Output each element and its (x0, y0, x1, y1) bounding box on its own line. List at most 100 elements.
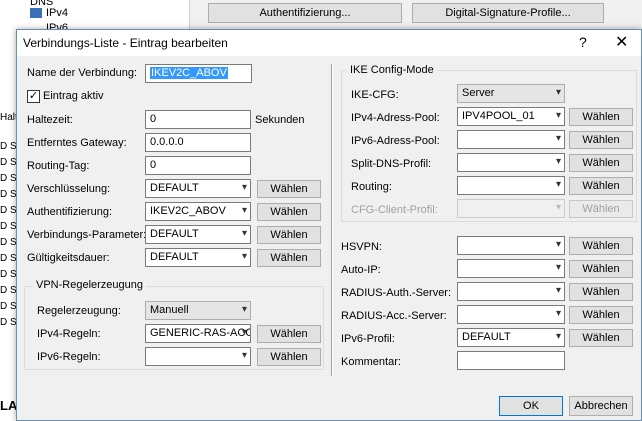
radius-acc-dropdown[interactable]: ▾ (457, 305, 565, 324)
radius-auth-dropdown[interactable]: ▾ (457, 282, 565, 301)
cancel-button[interactable]: Abbrechen (569, 396, 633, 416)
chevron-down-icon: ▾ (241, 327, 247, 338)
edit-entry-dialog: Verbindungs-Liste - Eintrag bearbeiten ?… (16, 29, 642, 421)
authentication-value: IKEV2C_ABOV (150, 205, 226, 217)
radius-auth-choose-button[interactable]: Wählen (569, 283, 633, 301)
ipv6-rules-dropdown[interactable]: ▾ (145, 347, 251, 366)
authentication-button[interactable]: Authentifizierung... (208, 3, 402, 23)
split-dns-dropdown[interactable]: ▾ (457, 153, 565, 172)
hold-time-unit: Sekunden (255, 114, 305, 126)
ike-cfg-value: Server (462, 87, 495, 99)
side-bottom-label: LA (0, 398, 16, 413)
comment-label: Kommentar: (341, 356, 401, 368)
split-dns-choose-button[interactable]: Wählen (569, 154, 633, 172)
hold-time-label: Haltezeit: (27, 114, 73, 126)
chevron-down-icon: ▾ (555, 285, 561, 296)
chevron-down-icon: ▾ (241, 350, 247, 361)
hsvpn-dropdown[interactable]: ▾ (457, 236, 565, 255)
tree-item-ipv6[interactable]: IPv6 (46, 22, 106, 29)
chevron-down-icon: ▾ (555, 331, 561, 342)
ipv6-profile-dropdown[interactable]: DEFAULT ▾ (457, 328, 565, 347)
ipv4-pool-value: IPV4POOL_01 (462, 110, 535, 122)
ipv6-profile-choose-button[interactable]: Wählen (569, 329, 633, 347)
ipv6-pool-label: IPv6-Adress-Pool: (351, 135, 440, 147)
ok-button[interactable]: OK (499, 396, 563, 416)
ipv4-rules-label: IPv4-Regeln: (37, 328, 101, 340)
ike-config-group-title: IKE Config-Mode (347, 64, 437, 76)
chevron-down-icon: ▾ (555, 202, 561, 213)
encryption-label: Verschlüsselung: (27, 183, 111, 195)
split-dns-label: Split-DNS-Profil: (351, 158, 432, 170)
validity-dropdown[interactable]: DEFAULT ▾ (145, 248, 251, 267)
connection-name-label: Name der Verbindung: (27, 67, 138, 79)
chevron-down-icon: ▾ (555, 87, 561, 98)
chevron-down-icon: ▾ (241, 251, 247, 262)
ipv4-pool-dropdown[interactable]: IPV4POOL_01 ▾ (457, 107, 565, 126)
hsvpn-choose-button[interactable]: Wählen (569, 237, 633, 255)
ipv4-pool-label: IPv4-Adress-Pool: (351, 112, 440, 124)
validity-label: Gültigkeitsdauer: (27, 252, 110, 264)
ipv4-rules-dropdown[interactable]: GENERIC-RAS-ACC ▾ (145, 324, 251, 343)
chevron-down-icon: ▾ (241, 304, 247, 315)
close-icon[interactable]: ✕ (615, 32, 628, 52)
entry-active-checkbox[interactable]: ✓ (27, 90, 40, 103)
network-icon (30, 8, 42, 18)
ipv6-profile-value: DEFAULT (462, 331, 511, 343)
comment-input[interactable] (457, 351, 565, 370)
digital-signature-button[interactable]: Digital-Signature-Profile... (412, 3, 604, 23)
chevron-down-icon: ▾ (241, 182, 247, 193)
dialog-title: Verbindungs-Liste - Eintrag bearbeiten (23, 36, 228, 50)
auto-ip-choose-button[interactable]: Wählen (569, 260, 633, 278)
rule-generation-label: Regelerzeugung: (37, 305, 121, 317)
client-profile-dropdown: ▾ (457, 199, 565, 218)
routing-choose-button[interactable]: Wählen (569, 177, 633, 195)
help-icon[interactable]: ? (579, 34, 587, 50)
encryption-dropdown[interactable]: DEFAULT ▾ (145, 179, 251, 198)
connection-params-dropdown[interactable]: DEFAULT ▾ (145, 225, 251, 244)
ike-cfg-label: IKE-CFG: (351, 89, 399, 101)
client-profile-label: CFG-Client-Profil: (351, 204, 438, 216)
routing-tag-label: Routing-Tag: (27, 160, 90, 172)
tree-item-ipv4[interactable]: IPv4 (46, 7, 106, 19)
rule-generation-dropdown[interactable]: Manuell ▾ (145, 301, 251, 320)
ipv6-rules-choose-button[interactable]: Wählen (257, 348, 321, 366)
ipv4-pool-choose-button[interactable]: Wählen (569, 108, 633, 126)
validity-value: DEFAULT (150, 251, 199, 263)
encryption-choose-button[interactable]: Wählen (257, 180, 321, 198)
routing-tag-input[interactable]: 0 (145, 156, 251, 175)
connection-params-label: Verbindungs-Parameter: (27, 229, 147, 241)
remote-gateway-input[interactable]: 0.0.0.0 (145, 133, 251, 152)
vpn-rule-group-title: VPN-Regelerzeugung (33, 279, 147, 291)
encryption-value: DEFAULT (150, 182, 199, 194)
column-separator (331, 64, 333, 376)
hsvpn-label: HSVPN: (341, 241, 382, 253)
chevron-down-icon: ▾ (555, 308, 561, 319)
remote-gateway-label: Entferntes Gateway: (27, 137, 127, 149)
ipv6-profile-label: IPv6-Profil: (341, 333, 395, 345)
validity-choose-button[interactable]: Wählen (257, 249, 321, 267)
routing-label: Routing: (351, 181, 392, 193)
authentication-choose-button[interactable]: Wählen (257, 203, 321, 221)
chevron-down-icon: ▾ (555, 110, 561, 121)
connection-params-choose-button[interactable]: Wählen (257, 226, 321, 244)
radius-acc-choose-button[interactable]: Wählen (569, 306, 633, 324)
ipv6-pool-choose-button[interactable]: Wählen (569, 131, 633, 149)
authentication-label: Authentifizierung: (27, 206, 112, 218)
connection-name-input[interactable]: IKEV2C_ABOV (145, 64, 252, 83)
auto-ip-dropdown[interactable]: ▾ (457, 259, 565, 278)
chevron-down-icon: ▾ (241, 205, 247, 216)
radius-auth-label: RADIUS-Auth.-Server: (341, 287, 452, 299)
chevron-down-icon: ▾ (555, 156, 561, 167)
radius-acc-label: RADIUS-Acc.-Server: (341, 310, 447, 322)
chevron-down-icon: ▾ (555, 179, 561, 190)
ipv4-rules-choose-button[interactable]: Wählen (257, 325, 321, 343)
rule-generation-value: Manuell (150, 304, 189, 316)
routing-dropdown[interactable]: ▾ (457, 176, 565, 195)
ipv6-rules-label: IPv6-Regeln: (37, 351, 101, 363)
ike-cfg-dropdown[interactable]: Server ▾ (457, 84, 565, 103)
ipv6-pool-dropdown[interactable]: ▾ (457, 130, 565, 149)
authentication-dropdown[interactable]: IKEV2C_ABOV ▾ (145, 202, 251, 221)
auto-ip-label: Auto-IP: (341, 264, 381, 276)
hold-time-input[interactable]: 0 (145, 110, 251, 129)
chevron-down-icon: ▾ (555, 262, 561, 273)
